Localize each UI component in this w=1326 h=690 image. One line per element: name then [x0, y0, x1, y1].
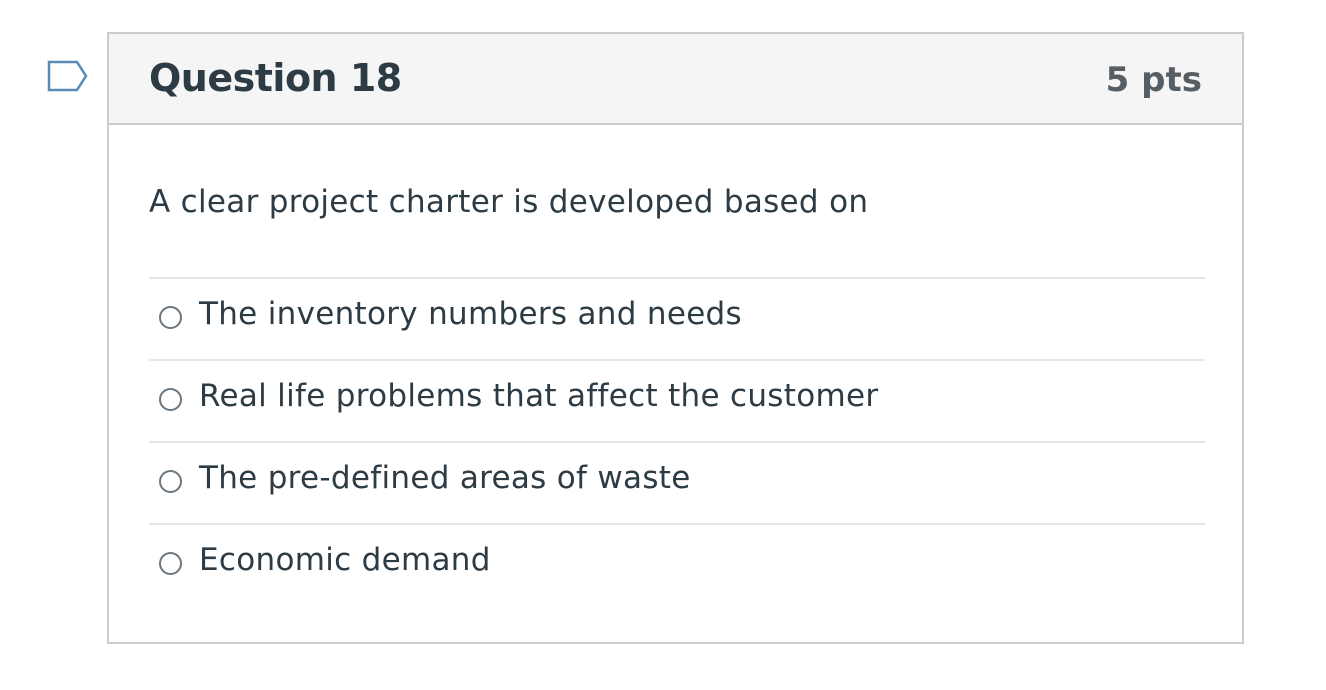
radio-button[interactable]	[159, 552, 182, 575]
flag-question-icon[interactable]	[47, 60, 89, 92]
answer-label[interactable]: Economic demand	[199, 542, 491, 578]
answer-label[interactable]: Real life problems that affect the custo…	[199, 378, 878, 414]
question-text: A clear project charter is developed bas…	[149, 184, 869, 220]
answer-label[interactable]: The pre-defined areas of waste	[199, 460, 691, 496]
answer-option[interactable]: The inventory numbers and needs	[149, 277, 1205, 359]
answer-option[interactable]: Real life problems that affect the custo…	[149, 359, 1205, 441]
question-card: Question 18 5 pts A clear project charte…	[107, 32, 1244, 644]
answer-label[interactable]: The inventory numbers and needs	[199, 296, 742, 332]
question-points: 5 pts	[1105, 60, 1202, 100]
question-header: Question 18 5 pts	[109, 34, 1242, 125]
answer-list: The inventory numbers and needs Real lif…	[149, 277, 1205, 605]
radio-button[interactable]	[159, 388, 182, 411]
radio-button[interactable]	[159, 470, 182, 493]
question-title: Question 18	[149, 56, 402, 100]
answer-option[interactable]: Economic demand	[149, 523, 1205, 605]
radio-button[interactable]	[159, 306, 182, 329]
answer-option[interactable]: The pre-defined areas of waste	[149, 441, 1205, 523]
